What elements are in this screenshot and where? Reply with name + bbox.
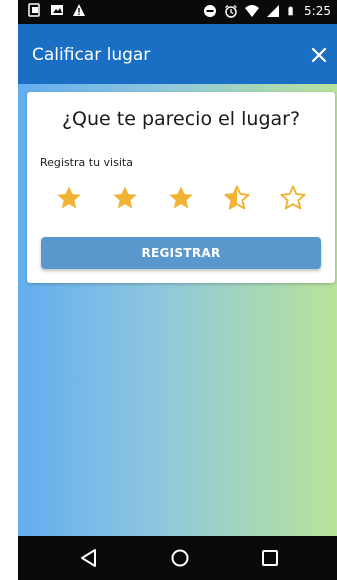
content-area: ¿Que te parecio el lugar? Registra tu vi… (18, 84, 337, 536)
status-left-icons (28, 3, 86, 17)
star-full-icon[interactable] (167, 184, 195, 212)
status-bar: 5:25 (18, 0, 337, 24)
image-icon (51, 5, 63, 15)
wifi-icon (245, 5, 260, 17)
status-time: 5:25 (304, 4, 331, 18)
star-full-icon[interactable] (111, 184, 139, 212)
visit-label: Registra tu visita (40, 156, 133, 169)
star-empty-icon[interactable] (279, 184, 307, 212)
device-screen: 5:25 Calificar lugar ¿Que te parecio el … (18, 0, 337, 580)
back-icon[interactable] (78, 547, 100, 569)
battery-icon (288, 6, 293, 16)
recents-icon[interactable] (259, 547, 281, 569)
close-button[interactable] (307, 44, 331, 68)
star-full-icon[interactable] (55, 184, 83, 212)
alarm-icon (225, 4, 237, 18)
notification-icon (28, 3, 40, 17)
navigation-bar (18, 536, 337, 580)
register-button[interactable]: REGISTRAR (41, 237, 321, 269)
rating-question: ¿Que te parecio el lugar? (61, 108, 301, 130)
home-icon[interactable] (169, 547, 191, 569)
signal-icon (267, 5, 280, 17)
star-half-icon[interactable] (223, 184, 251, 212)
status-right-icons: 5:25 (203, 3, 331, 19)
rating-card: ¿Que te parecio el lugar? Registra tu vi… (27, 92, 335, 283)
warning-icon (73, 4, 85, 16)
star-rating (55, 184, 319, 216)
do-not-disturb-icon (204, 5, 217, 17)
close-icon (311, 47, 327, 63)
app-bar: Calificar lugar (18, 24, 337, 84)
app-bar-title: Calificar lugar (32, 45, 151, 65)
